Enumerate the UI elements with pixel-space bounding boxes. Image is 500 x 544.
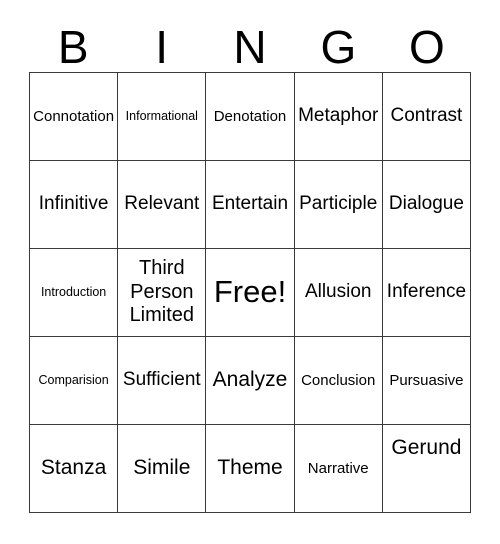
bingo-cell[interactable]: Sufficient — [118, 337, 207, 425]
bingo-cell[interactable]: Dialogue — [382, 161, 472, 249]
bingo-cell-label: Stanza — [40, 456, 107, 480]
bingo-cell[interactable]: Conclusion — [294, 337, 383, 425]
bingo-cell[interactable]: Infinitive — [30, 161, 119, 249]
bingo-row: Comparision Sufficient Analyze Conclusio… — [30, 337, 472, 425]
bingo-cell[interactable]: Connotation — [30, 73, 119, 161]
bingo-cell[interactable]: Simile — [118, 425, 207, 513]
bingo-row: Stanza Simile Theme Narrative Gerund — [30, 425, 472, 513]
bingo-header-row: B I N G O — [29, 12, 471, 72]
bingo-free-space-label: Free! — [213, 274, 287, 310]
bingo-free-space-cell[interactable]: Free! — [206, 249, 295, 337]
bingo-cell-label: Gerund — [391, 436, 462, 459]
bingo-cell-label: Inference — [386, 281, 467, 303]
bingo-cell[interactable]: Narrative — [294, 425, 383, 513]
bingo-row: Introduction Third Person Limited Free! … — [30, 249, 472, 337]
bingo-cell-label: Simile — [133, 456, 191, 480]
header-letter-o: O — [408, 21, 445, 73]
bingo-cell-label: Informational — [125, 108, 198, 123]
bingo-cell-label: Third Person Limited — [129, 257, 195, 327]
bingo-cell[interactable]: Relevant — [118, 161, 207, 249]
bingo-cell-label: Infinitive — [38, 193, 109, 215]
header-letter-g: G — [320, 21, 357, 73]
bingo-cell-label: Theme — [217, 456, 283, 480]
bingo-cell[interactable]: Entertain — [206, 161, 295, 249]
bingo-cell-label: Pursuasive — [389, 371, 464, 389]
bingo-cell-label: Conclusion — [301, 371, 376, 389]
bingo-cell[interactable]: Third Person Limited — [118, 249, 207, 337]
bingo-cell-label: Comparision — [38, 372, 109, 387]
bingo-cell[interactable]: Introduction — [30, 249, 119, 337]
header-letter-n: N — [233, 21, 267, 73]
bingo-cell-label: Relevant — [124, 193, 200, 215]
bingo-cell[interactable]: Metaphor — [294, 73, 383, 161]
bingo-grid: Connotation Informational Denotation Met… — [29, 72, 472, 513]
bingo-cell[interactable]: Comparision — [30, 337, 119, 425]
bingo-cell[interactable]: Allusion — [294, 249, 383, 337]
bingo-cell-label: Metaphor — [298, 105, 379, 127]
bingo-cell-label: Dialogue — [388, 193, 464, 215]
bingo-cell[interactable]: Denotation — [206, 73, 295, 161]
bingo-cell[interactable]: Informational — [118, 73, 207, 161]
bingo-row: Connotation Informational Denotation Met… — [30, 73, 472, 161]
bingo-cell-label: Narrative — [307, 459, 369, 477]
bingo-cell[interactable]: Inference — [382, 249, 472, 337]
bingo-card: B I N G O Connotation Informational Deno… — [0, 0, 500, 544]
bingo-cell-label: Denotation — [213, 107, 287, 125]
bingo-cell[interactable]: Pursuasive — [382, 337, 472, 425]
bingo-cell-label: Participle — [299, 193, 378, 215]
bingo-cell-label: Sufficient — [122, 369, 201, 391]
bingo-cell-label: Introduction — [40, 284, 107, 299]
bingo-cell[interactable]: Participle — [294, 161, 383, 249]
bingo-cell-label: Connotation — [33, 107, 115, 125]
bingo-cell-label: Analyze — [212, 368, 288, 392]
header-letter-i: I — [155, 21, 168, 73]
bingo-cell[interactable]: Gerund — [382, 425, 472, 513]
bingo-cell[interactable]: Theme — [206, 425, 295, 513]
header-letter-b: B — [57, 21, 89, 73]
bingo-cell-label: Contrast — [390, 105, 463, 127]
bingo-cell[interactable]: Analyze — [206, 337, 295, 425]
bingo-cell-label: Allusion — [304, 281, 372, 303]
bingo-cell[interactable]: Contrast — [382, 73, 472, 161]
bingo-cell-label: Entertain — [211, 193, 289, 215]
bingo-row: Infinitive Relevant Entertain Participle… — [30, 161, 472, 249]
bingo-cell[interactable]: Stanza — [30, 425, 119, 513]
